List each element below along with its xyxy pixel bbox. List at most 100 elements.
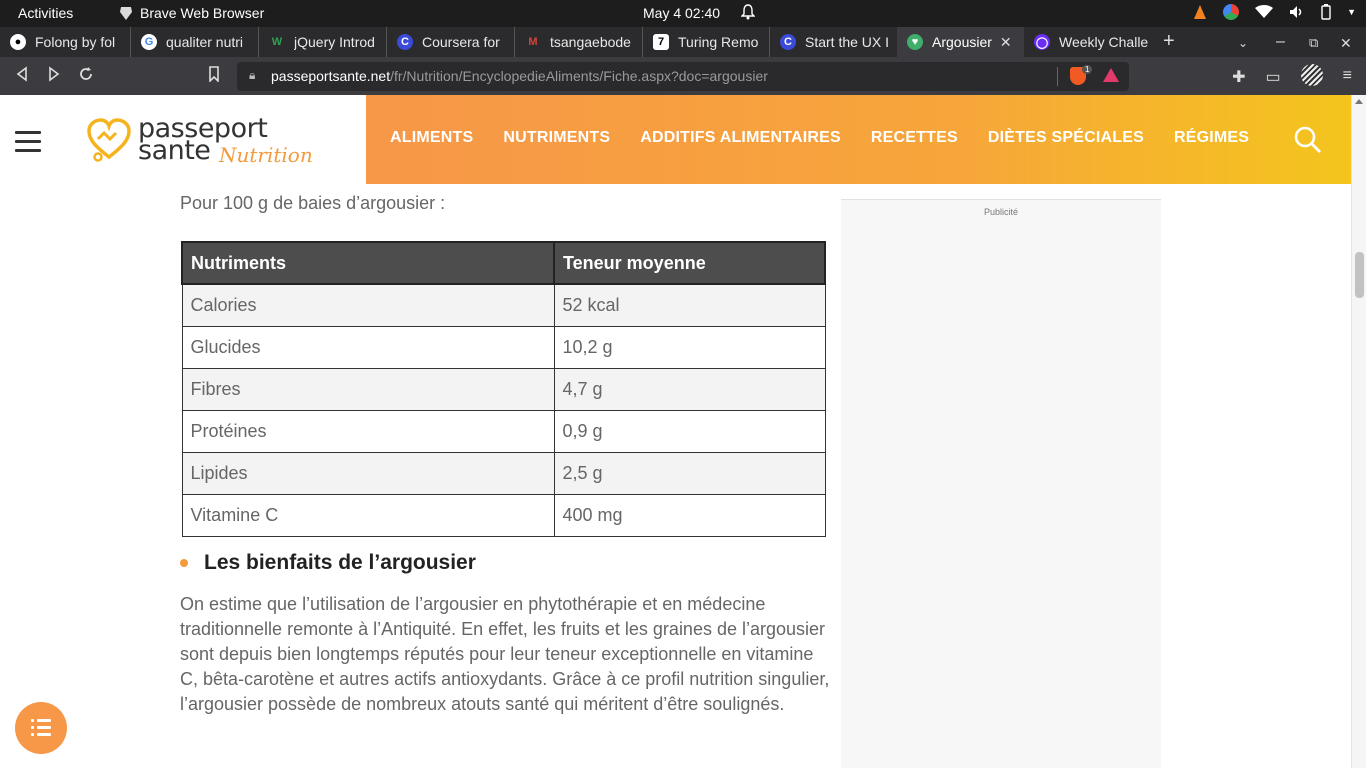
ad-label: Publicité (983, 207, 1019, 217)
heart-logo-icon (87, 118, 131, 162)
table-row: Vitamine C 400 mg (181, 493, 826, 537)
table-of-contents-button[interactable] (15, 702, 67, 754)
tab-weekly[interactable]: ◯ Weekly Challe (1024, 27, 1152, 57)
tab-label: qualiter nutri (166, 34, 244, 50)
vlc-icon[interactable] (1193, 4, 1207, 20)
toolbar-right-buttons: ✚ ▭ ≡ (1232, 64, 1352, 87)
scroll-up-arrow-icon[interactable] (1355, 99, 1363, 104)
bullet-dot-icon (180, 559, 188, 567)
maximize-button[interactable]: ⧉ (1309, 35, 1318, 51)
page-scrollbar[interactable] (1351, 95, 1366, 768)
tab-label: Start the UX I (805, 34, 890, 50)
forward-icon[interactable] (47, 66, 61, 82)
web-page: passeport sante Nutrition ALIMENTS NUTRI… (0, 95, 1351, 768)
address-bar[interactable]: 🔒︎ passeportsante.net/fr/Nutrition/Encyc… (237, 62, 1129, 91)
app-menu[interactable]: Brave Web Browser (118, 5, 264, 21)
coursera-icon: C (397, 34, 413, 50)
tab-search-chevron-icon[interactable]: ⌄ (1238, 36, 1248, 50)
nutrient-value: 52 kcal (553, 283, 826, 327)
brave-lion-icon (120, 7, 132, 20)
table-row: Protéines 0,9 g (181, 409, 826, 453)
tab-label: Weekly Challe (1059, 34, 1149, 50)
nutrient-value: 4,7 g (553, 367, 826, 411)
tab-label: jQuery Introd (294, 34, 375, 50)
system-top-bar: Activities Brave Web Browser May 4 02:40… (0, 0, 1366, 27)
activities-button[interactable]: Activities (18, 5, 73, 21)
table-row: Calories 52 kcal (181, 283, 826, 327)
coursera-icon: C (780, 34, 796, 50)
search-icon[interactable] (1294, 126, 1322, 154)
site-header: passeport sante Nutrition ALIMENTS NUTRI… (0, 95, 1351, 184)
tab-label: Coursera for (422, 34, 500, 50)
menu-item-dietes[interactable]: DIÈTES SPÉCIALES (988, 129, 1144, 147)
nutrition-table: Nutriments Teneur moyenne Calories 52 kca… (181, 241, 826, 537)
volume-icon[interactable] (1289, 5, 1305, 19)
section-heading: Les bienfaits de l’argousier (180, 551, 476, 575)
menu-item-additifs[interactable]: ADDITIFS ALIMENTAIRES (640, 129, 841, 147)
extensions-puzzle-icon[interactable]: ✚ (1232, 67, 1245, 87)
url-domain: passeportsante.net (271, 68, 391, 84)
browser-toolbar: 🔒︎ passeportsante.net/fr/Nutrition/Encyc… (0, 57, 1366, 95)
back-icon[interactable] (15, 66, 29, 82)
menu-item-nutriments[interactable]: NUTRIMENTS (503, 129, 610, 147)
nutrient-value: 400 mg (553, 493, 826, 537)
nutrient-value: 2,5 g (553, 451, 826, 495)
tab-coursera-ux[interactable]: C Start the UX I (770, 27, 897, 57)
column-header: Nutriments (181, 241, 555, 285)
lock-icon[interactable]: 🔒︎ (249, 68, 255, 83)
system-menu-caret-icon[interactable]: ▼ (1347, 7, 1356, 17)
ad-slot[interactable]: Publicité (841, 199, 1161, 768)
main-menu: ALIMENTS NUTRIMENTS ADDITIFS ALIMENTAIRE… (390, 129, 1249, 147)
tab-label: Argousier (932, 34, 992, 50)
bookmark-icon[interactable] (208, 66, 220, 82)
passeport-icon: ♥ (907, 34, 923, 50)
tab-gmail[interactable]: M tsangaebode (515, 27, 643, 57)
logo-sub: Nutrition (219, 143, 313, 167)
logo-line2: sante (138, 135, 211, 166)
clock[interactable]: May 4 02:40 (643, 5, 720, 21)
gmail-icon: M (528, 36, 538, 48)
close-tab-icon[interactable]: ✕ (1000, 34, 1012, 51)
tab-github[interactable]: ● Folong by fol (0, 27, 131, 57)
nutrient-name: Fibres (181, 367, 555, 411)
chrome-status-icon[interactable] (1223, 4, 1240, 20)
q-icon: ◯ (1034, 34, 1050, 50)
hamburger-menu-icon[interactable] (15, 131, 41, 158)
body-paragraph: On estime que l’utilisation de l’argousi… (180, 594, 830, 714)
nutrient-name: Glucides (181, 325, 555, 369)
url-text[interactable]: passeportsante.net/fr/Nutrition/Encyclop… (271, 68, 768, 84)
tab-jquery[interactable]: W jQuery Introd (259, 27, 387, 57)
site-logo[interactable]: passeport sante Nutrition (86, 113, 316, 170)
menu-item-aliments[interactable]: ALIMENTS (390, 129, 473, 147)
nutrient-name: Lipides (181, 451, 555, 495)
profile-avatar-icon[interactable] (1300, 64, 1323, 86)
tab-strip: ● Folong by fol G qualiter nutri W jQuer… (0, 27, 1366, 57)
menu-icon[interactable]: ≡ (1343, 67, 1352, 87)
tab-google[interactable]: G qualiter nutri (131, 27, 259, 57)
tab-argousier[interactable]: ♥ Argousier ✕ (897, 27, 1024, 57)
tab-turing[interactable]: 7 Turing Remo (643, 27, 770, 57)
table-intro: Pour 100 g de baies d’argousier : (180, 193, 446, 213)
minimize-button[interactable]: – (1276, 33, 1285, 51)
menu-item-recettes[interactable]: RECETTES (871, 129, 958, 147)
wallet-icon[interactable]: ▭ (1266, 67, 1281, 87)
reload-icon[interactable] (78, 66, 94, 82)
shields-count-badge: 1 (1082, 65, 1093, 74)
w-icon: W (271, 36, 283, 48)
table-header-row: Nutriments Teneur moyenne (181, 241, 826, 285)
scrollbar-thumb[interactable] (1355, 252, 1364, 298)
app-name: Brave Web Browser (140, 5, 265, 21)
nutrient-name: Protéines (181, 409, 555, 453)
tab-label: tsangaebode (550, 34, 631, 50)
system-tray[interactable]: ▼ (1193, 4, 1356, 20)
new-tab-button[interactable]: + (1163, 30, 1175, 53)
wifi-icon[interactable] (1255, 5, 1274, 19)
close-window-button[interactable]: ✕ (1340, 35, 1352, 52)
table-row: Lipides 2,5 g (181, 451, 826, 495)
menu-item-regimes[interactable]: RÉGIMES (1174, 129, 1249, 147)
brave-rewards-icon[interactable] (1103, 68, 1119, 82)
tab-coursera[interactable]: C Coursera for (387, 27, 515, 57)
nutrient-name: Vitamine C (181, 493, 555, 537)
battery-icon[interactable] (1321, 4, 1331, 20)
nutrient-name: Calories (181, 283, 555, 327)
